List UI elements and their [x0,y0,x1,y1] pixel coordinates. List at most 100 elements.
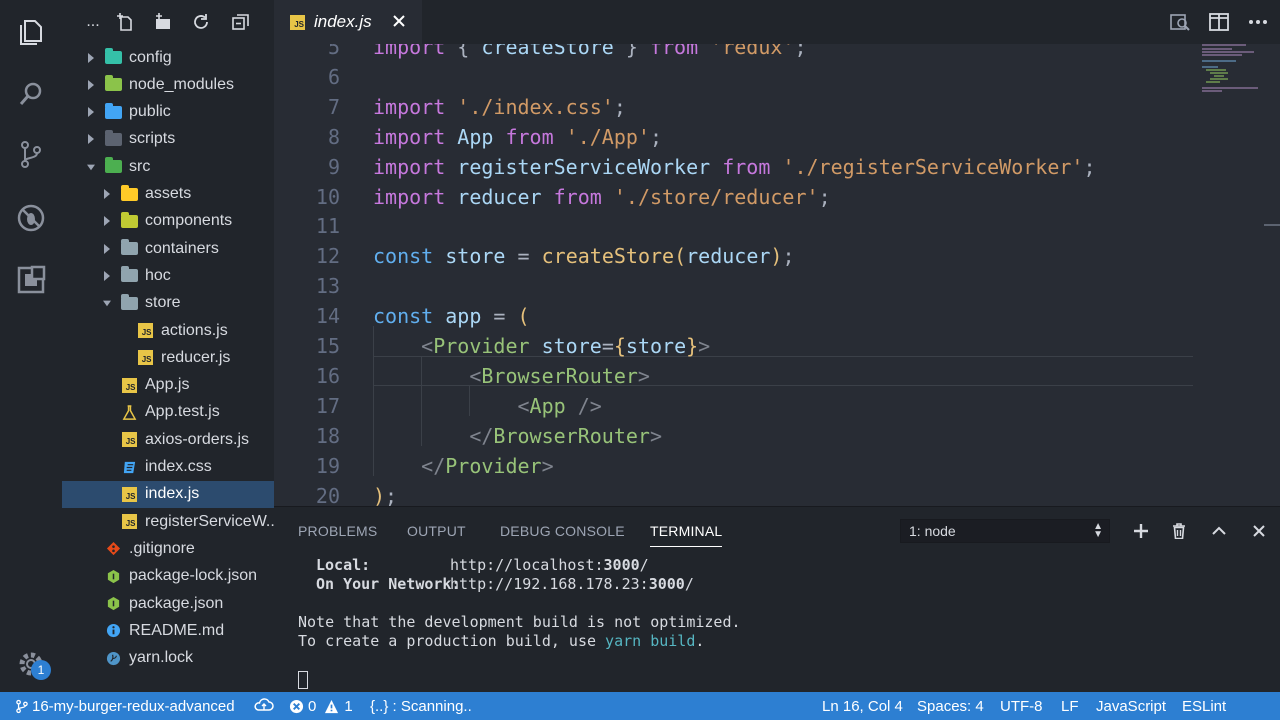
js-file-icon: JS [120,432,138,448]
close-icon[interactable] [390,12,408,30]
line-number: 19 [315,453,340,478]
tree-folder-assets[interactable]: assets [62,181,274,208]
maximize-panel-icon[interactable] [1208,520,1230,542]
line-number: 17 [315,393,340,418]
tree-file-app-js[interactable]: JS App.js [62,372,274,399]
cursor-position[interactable]: Ln 16, Col 4 [822,692,903,720]
tree-folder-components[interactable]: components [62,208,274,235]
more-actions-button[interactable]: ... [82,11,104,33]
source-control-icon[interactable] [15,138,47,170]
chevron-right-icon[interactable] [86,79,96,90]
tree-folder-src[interactable]: src [62,153,274,180]
minimap[interactable] [1194,44,1280,124]
debug-icon[interactable] [15,202,47,234]
tree-item-label: node_modules [129,75,234,93]
tree-folder-store[interactable]: store [62,290,274,317]
more-editor-actions-icon[interactable] [1247,11,1269,33]
folder-icon [104,102,122,120]
code-line: <App /> [517,393,602,418]
close-panel-icon[interactable] [1248,520,1270,542]
tree-file-package-lock-json[interactable]: package-lock.json [62,563,274,590]
tree-file-gitignore[interactable]: .gitignore [62,535,274,562]
nodejs-icon [104,596,122,612]
tree-item-label: actions.js [161,321,228,339]
folder-icon [104,48,122,66]
code-editor[interactable]: 5 import { createStore } from 'redux'; 6 7 i… [274,44,1280,506]
files-icon[interactable] [15,16,47,48]
line-number: 8 [327,124,340,149]
tree-item-label: components [145,212,233,230]
chevron-down-icon[interactable] [86,162,96,172]
scanning-status[interactable]: {..} : Scanning.. [370,692,472,720]
problems-indicator[interactable]: 0 1 [289,692,353,720]
tree-file-index-css[interactable]: index.css [62,454,274,481]
tree-file-reducer-js[interactable]: JS reducer.js [62,344,274,371]
chevron-right-icon[interactable] [102,189,112,199]
tree-folder-scripts[interactable]: scripts [62,126,274,153]
code-line: import './index.css'; [373,94,626,119]
git-icon [104,541,122,557]
tree-item-label: package-lock.json [129,567,258,585]
tree-file-package-json[interactable]: package.json [62,590,274,617]
eol-setting[interactable]: LF [1061,692,1079,720]
tree-folder-containers[interactable]: containers [62,235,274,262]
chevron-right-icon[interactable] [102,243,112,254]
new-terminal-icon[interactable] [1130,520,1152,542]
chevron-right-icon[interactable] [86,107,96,118]
chevron-right-icon[interactable] [102,270,112,281]
branch-indicator[interactable]: 16-my-burger-redux-advanced [16,692,235,720]
tree-file-registerservicew[interactable]: JS registerServiceW... [62,508,274,535]
tree-file-app-test-js[interactable]: App.test.js [62,399,274,426]
tab-terminal[interactable]: TERMINAL [650,523,723,547]
tree-item-label: App.js [145,376,190,394]
tree-file-readme-md[interactable]: README.md [62,617,274,644]
chevron-right-icon[interactable] [86,52,96,63]
tree-folder-config[interactable]: config [62,44,274,71]
tree-item-label: README.md [129,621,225,639]
tree-item-label: store [145,294,181,312]
indentation-setting[interactable]: Spaces: 4 [917,692,984,720]
trash-icon[interactable] [1168,520,1190,542]
tab-index-js[interactable]: JS index.js [274,0,422,44]
tree-file-yarn-lock[interactable]: yarn.lock [62,645,274,672]
explorer-toolbar: ... [62,0,274,44]
js-file-icon: JS [290,14,305,30]
search-icon[interactable] [15,78,47,110]
split-editor-icon[interactable] [1208,11,1230,33]
local-url: http://localhost: [450,556,604,574]
tab-debug-console[interactable]: DEBUG CONSOLE [500,523,625,539]
tab-output[interactable]: OUTPUT [407,523,466,539]
local-port: 3000 [603,556,640,574]
open-preview-icon[interactable] [1169,11,1191,33]
chevron-right-icon[interactable] [86,134,96,145]
sync-icon[interactable] [254,692,274,720]
refresh-icon[interactable] [190,11,212,33]
folder-icon [104,157,122,175]
scrollbar-thumb[interactable] [1264,224,1280,226]
chevron-right-icon[interactable] [102,216,112,227]
tree-file-actions-js[interactable]: JS actions.js [62,317,274,344]
js-file-icon: JS [136,323,154,339]
new-file-icon[interactable] [114,11,136,33]
tree-folder-node-modules[interactable]: node_modules [62,71,274,98]
linter-status[interactable]: ESLint [1182,692,1226,720]
info-icon [104,623,122,639]
language-mode[interactable]: JavaScript [1096,692,1166,720]
activity-bar: 1 [0,0,62,692]
terminal-select[interactable]: 1: node ▲ ▼ [900,519,1110,543]
tree-item-label: reducer.js [161,348,231,366]
collapse-all-icon[interactable] [230,11,252,33]
tree-folder-hoc[interactable]: hoc [62,262,274,289]
tree-folder-public[interactable]: public [62,99,274,126]
extensions-icon[interactable] [15,264,47,296]
branch-name: 16-my-burger-redux-advanced [32,697,235,715]
encoding-setting[interactable]: UTF-8 [1000,692,1043,720]
tree-item-label: index.js [145,485,200,503]
css-file-icon [120,459,138,475]
chevron-down-icon[interactable] [102,298,112,308]
tree-file-index-js[interactable]: JS index.js [62,480,274,508]
tree-file-axios-orders-js[interactable]: JS axios-orders.js [62,426,274,453]
tab-problems[interactable]: PROBLEMS [298,523,377,539]
new-folder-icon[interactable] [152,11,174,33]
settings-badge: 1 [31,660,51,680]
